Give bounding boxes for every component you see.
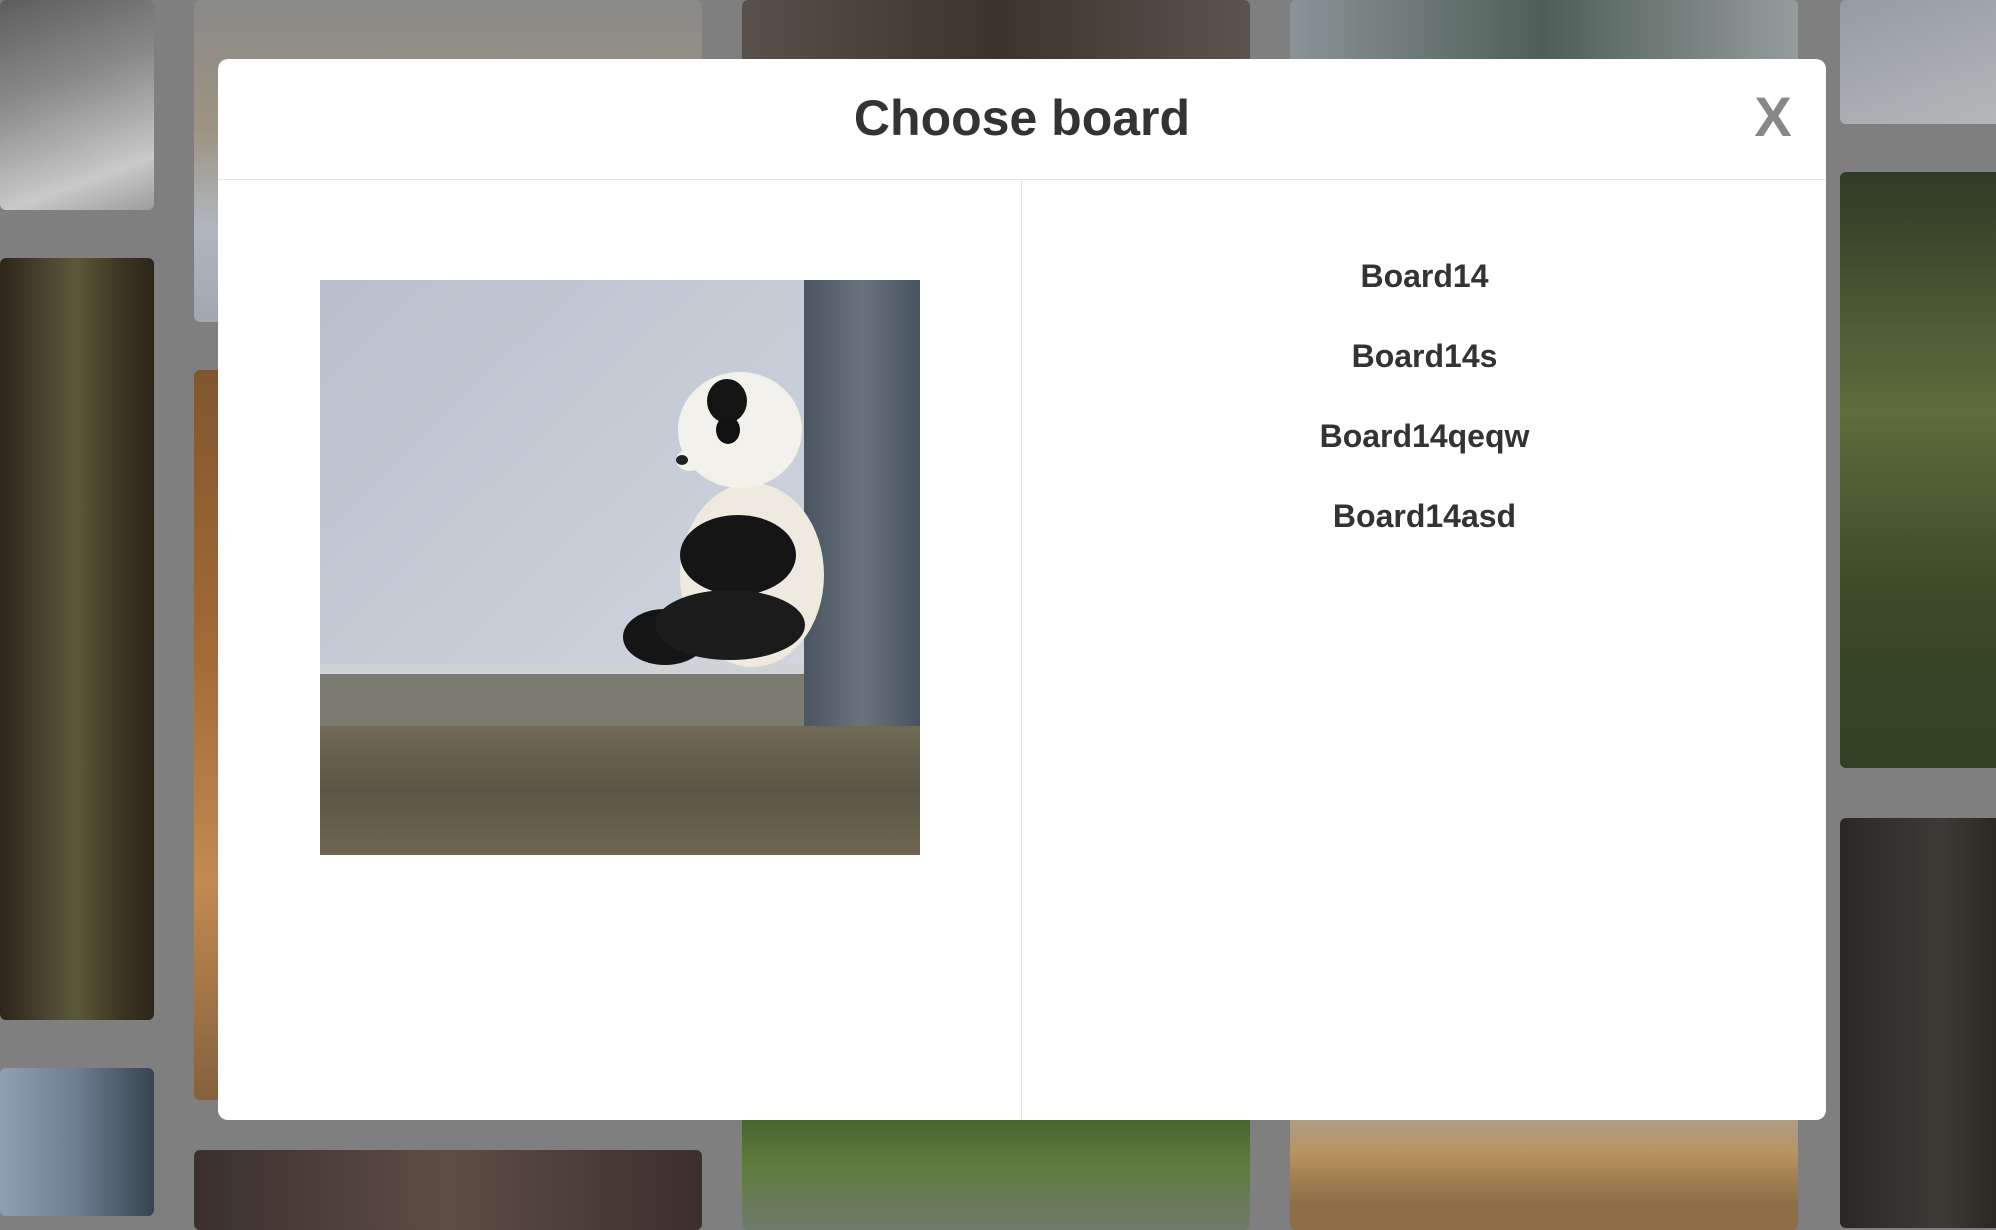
board-item[interactable]: Board14s: [1023, 316, 1826, 396]
background-pin: [1840, 172, 1996, 768]
background-pin: [194, 1150, 702, 1230]
background-pin: [0, 258, 154, 1020]
pin-preview-pane: [218, 180, 1022, 1120]
board-item[interactable]: Board14asd: [1023, 476, 1826, 556]
close-button[interactable]: X: [1748, 87, 1798, 147]
board-item[interactable]: Board14qeqw: [1023, 396, 1826, 476]
modal-body: Board14 Board14s Board14qeqw Board14asd: [218, 180, 1826, 1120]
modal-title: Choose board: [853, 90, 1191, 146]
board-list: Board14 Board14s Board14qeqw Board14asd: [1023, 236, 1826, 556]
board-list-pane: Board14 Board14s Board14qeqw Board14asd: [1023, 180, 1826, 1120]
choose-board-modal: Choose board X Board14 Board14s Board14q…: [218, 59, 1826, 1120]
panda-image: [320, 280, 920, 855]
background-pin: [0, 0, 154, 210]
modal-header: Choose board X: [218, 59, 1826, 180]
board-item[interactable]: Board14: [1023, 236, 1826, 316]
background-pin: [0, 1068, 154, 1216]
background-pin: [1840, 818, 1996, 1228]
background-pin: [1840, 0, 1996, 124]
